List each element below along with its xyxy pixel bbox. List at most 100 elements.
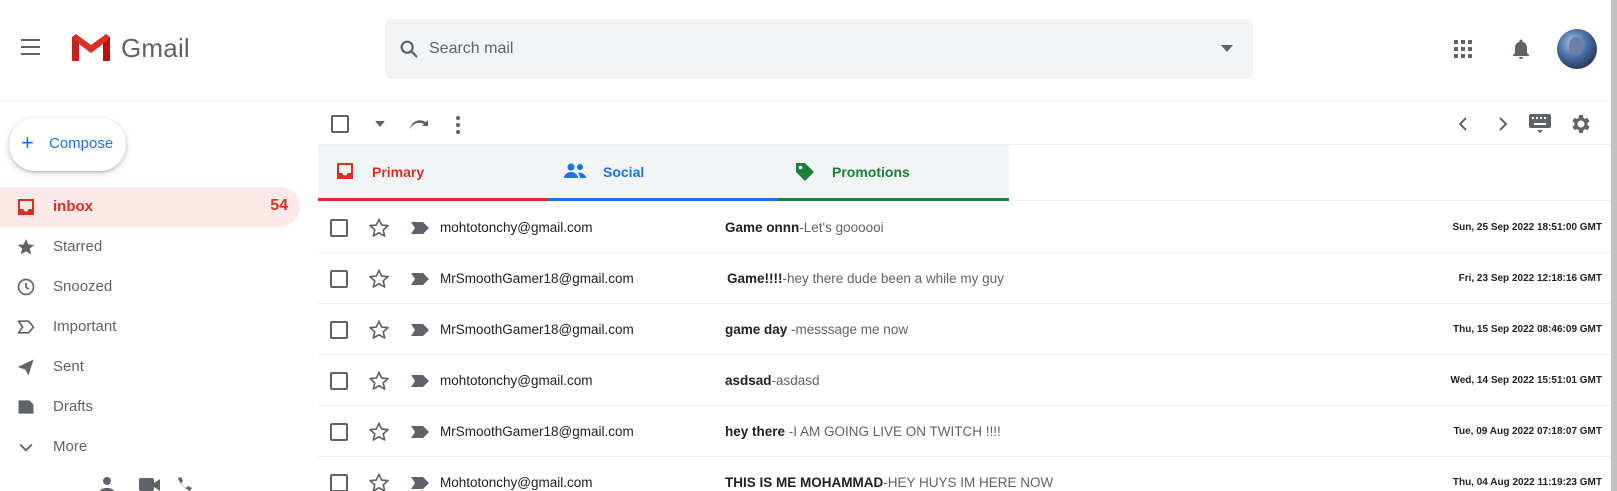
sidebar-item-important[interactable]: Important [0, 307, 300, 347]
page-scrollbar[interactable] [1611, 0, 1617, 491]
important-marker-icon[interactable] [411, 222, 429, 234]
more-vert-icon[interactable] [454, 113, 462, 137]
sidebar-item-starred[interactable]: Starred [0, 227, 300, 267]
email-row[interactable]: mohtotonchy@gmail.com Game onnn-Let's go… [318, 202, 1610, 253]
star-icon[interactable] [368, 472, 390, 491]
account-avatar[interactable] [1557, 29, 1597, 69]
important-marker-icon[interactable] [411, 273, 429, 285]
email-snippet: -messsage me now [791, 322, 909, 337]
chevron-right-icon[interactable] [1493, 114, 1513, 134]
tab-promotions[interactable]: Promotions [778, 145, 1009, 201]
email-sender: mohtotonchy@gmail.com [440, 220, 593, 235]
email-snippet: -asdasd [771, 373, 820, 388]
email-checkbox[interactable] [330, 321, 348, 339]
sidebar-item-more[interactable]: More [0, 427, 300, 467]
mail-toolbar [318, 103, 1610, 145]
chevron-down-icon [19, 443, 33, 452]
email-sender: MrSmoothGamer18@gmail.com [440, 424, 634, 439]
send-icon [17, 359, 34, 376]
sidebar-item-label: Sent [53, 358, 84, 375]
keyboard-icon[interactable] [1527, 111, 1553, 135]
tab-label: Social [603, 164, 645, 180]
email-row[interactable]: Mohtotonchy@gmail.com THIS IS ME MOHAMMA… [318, 457, 1610, 491]
email-sender: MrSmoothGamer18@gmail.com [440, 271, 634, 286]
email-row[interactable]: mohtotonchy@gmail.com asdsad-asdasd Wed,… [318, 355, 1610, 406]
email-subject-line: hey there -I AM GOING LIVE ON TWITCH !!!… [725, 424, 1001, 439]
email-sender: Mohtotonchy@gmail.com [440, 475, 593, 490]
video-call-icon[interactable] [139, 478, 160, 491]
draft-icon [18, 400, 34, 414]
important-marker-icon[interactable] [411, 375, 429, 387]
email-checkbox[interactable] [330, 372, 348, 390]
email-checkbox[interactable] [330, 423, 348, 441]
main-menu-button[interactable] [14, 34, 48, 64]
email-snippet: -hey there dude been a while my guy [782, 271, 1004, 286]
compose-label: Compose [49, 135, 114, 152]
email-date: Thu, 15 Sep 2022 08:46:09 GMT [1453, 324, 1602, 335]
email-date: Fri, 23 Sep 2022 12:18:16 GMT [1458, 273, 1602, 284]
star-icon[interactable] [368, 421, 390, 443]
search-input[interactable] [429, 35, 1189, 63]
email-subject: Game onnn [725, 220, 800, 235]
tab-underline [318, 198, 548, 201]
email-checkbox[interactable] [330, 474, 348, 491]
settings-gear-icon[interactable] [1568, 112, 1592, 136]
sidebar-item-drafts[interactable]: Drafts [0, 387, 300, 427]
email-sender: MrSmoothGamer18@gmail.com [440, 322, 634, 337]
app-title[interactable]: Gmail [121, 33, 190, 64]
tab-underline [778, 198, 1009, 201]
tab-primary[interactable]: Primary [318, 145, 548, 201]
email-snippet: -I AM GOING LIVE ON TWITCH !!!! [788, 424, 1001, 439]
sidebar-item-snoozed[interactable]: Snoozed [0, 267, 300, 307]
email-subject-line: Game onnn-Let's goooooi [725, 220, 884, 235]
select-all-checkbox[interactable] [331, 115, 349, 133]
email-checkbox[interactable] [330, 219, 348, 237]
compose-button[interactable]: + Compose [9, 118, 126, 171]
tab-label: Promotions [832, 164, 910, 180]
menu-icon [21, 39, 40, 41]
search-options-caret-icon[interactable] [1221, 45, 1233, 52]
chevron-left-icon[interactable] [1453, 114, 1473, 134]
hangouts-shortcuts [100, 477, 192, 491]
important-marker-icon[interactable] [411, 324, 429, 336]
email-snippet: -HEY HUYS IM HERE NOW [883, 475, 1054, 490]
email-row[interactable]: MrSmoothGamer18@gmail.com Game!!!!-hey t… [318, 253, 1610, 304]
email-row[interactable]: MrSmoothGamer18@gmail.com game day -mess… [318, 304, 1610, 355]
select-options-caret-icon[interactable] [375, 121, 385, 127]
star-icon[interactable] [368, 370, 390, 392]
sidebar-item-label: Drafts [53, 398, 94, 415]
star-icon[interactable] [368, 217, 390, 239]
gmail-logo-icon[interactable] [70, 31, 112, 63]
email-checkbox[interactable] [330, 270, 348, 288]
tag-icon [796, 163, 814, 181]
star-icon[interactable] [368, 319, 390, 341]
email-subject: THIS IS ME MOHAMMAD [725, 475, 884, 490]
email-subject-line: game day -messsage me now [725, 322, 908, 337]
important-marker-icon[interactable] [411, 477, 429, 489]
email-sender: mohtotonchy@gmail.com [440, 373, 593, 388]
plus-icon: + [21, 130, 34, 155]
sidebar-item-sent[interactable]: Sent [0, 347, 300, 387]
sidebar-item-label: Starred [53, 238, 103, 255]
notifications-bell-icon[interactable] [1509, 37, 1533, 61]
important-marker-icon[interactable] [411, 426, 429, 438]
sidebar-item-label: Important [53, 318, 117, 335]
sidebar-item-inbox[interactable]: inbox 54 [0, 187, 300, 227]
email-date: Thu, 04 Aug 2022 11:19:23 GMT [1452, 477, 1602, 488]
star-icon [17, 239, 35, 255]
search-bar[interactable] [385, 19, 1253, 79]
refresh-icon[interactable] [407, 113, 431, 137]
email-snippet: -Let's goooooi [799, 220, 884, 235]
search-icon[interactable] [398, 38, 420, 60]
email-subject-line: Game!!!!-hey there dude been a while my … [727, 271, 1004, 286]
star-icon[interactable] [368, 268, 390, 290]
clock-icon [17, 278, 35, 296]
sidebar-item-label: inbox [53, 198, 93, 215]
google-apps-icon[interactable] [1454, 40, 1474, 60]
sidebar-item-label: Snoozed [53, 278, 113, 295]
email-row[interactable]: MrSmoothGamer18@gmail.com hey there -I A… [318, 406, 1610, 457]
tab-social[interactable]: Social [548, 145, 778, 201]
phone-icon[interactable] [178, 477, 192, 491]
inbox-icon [18, 199, 34, 215]
contacts-icon[interactable] [100, 477, 114, 491]
